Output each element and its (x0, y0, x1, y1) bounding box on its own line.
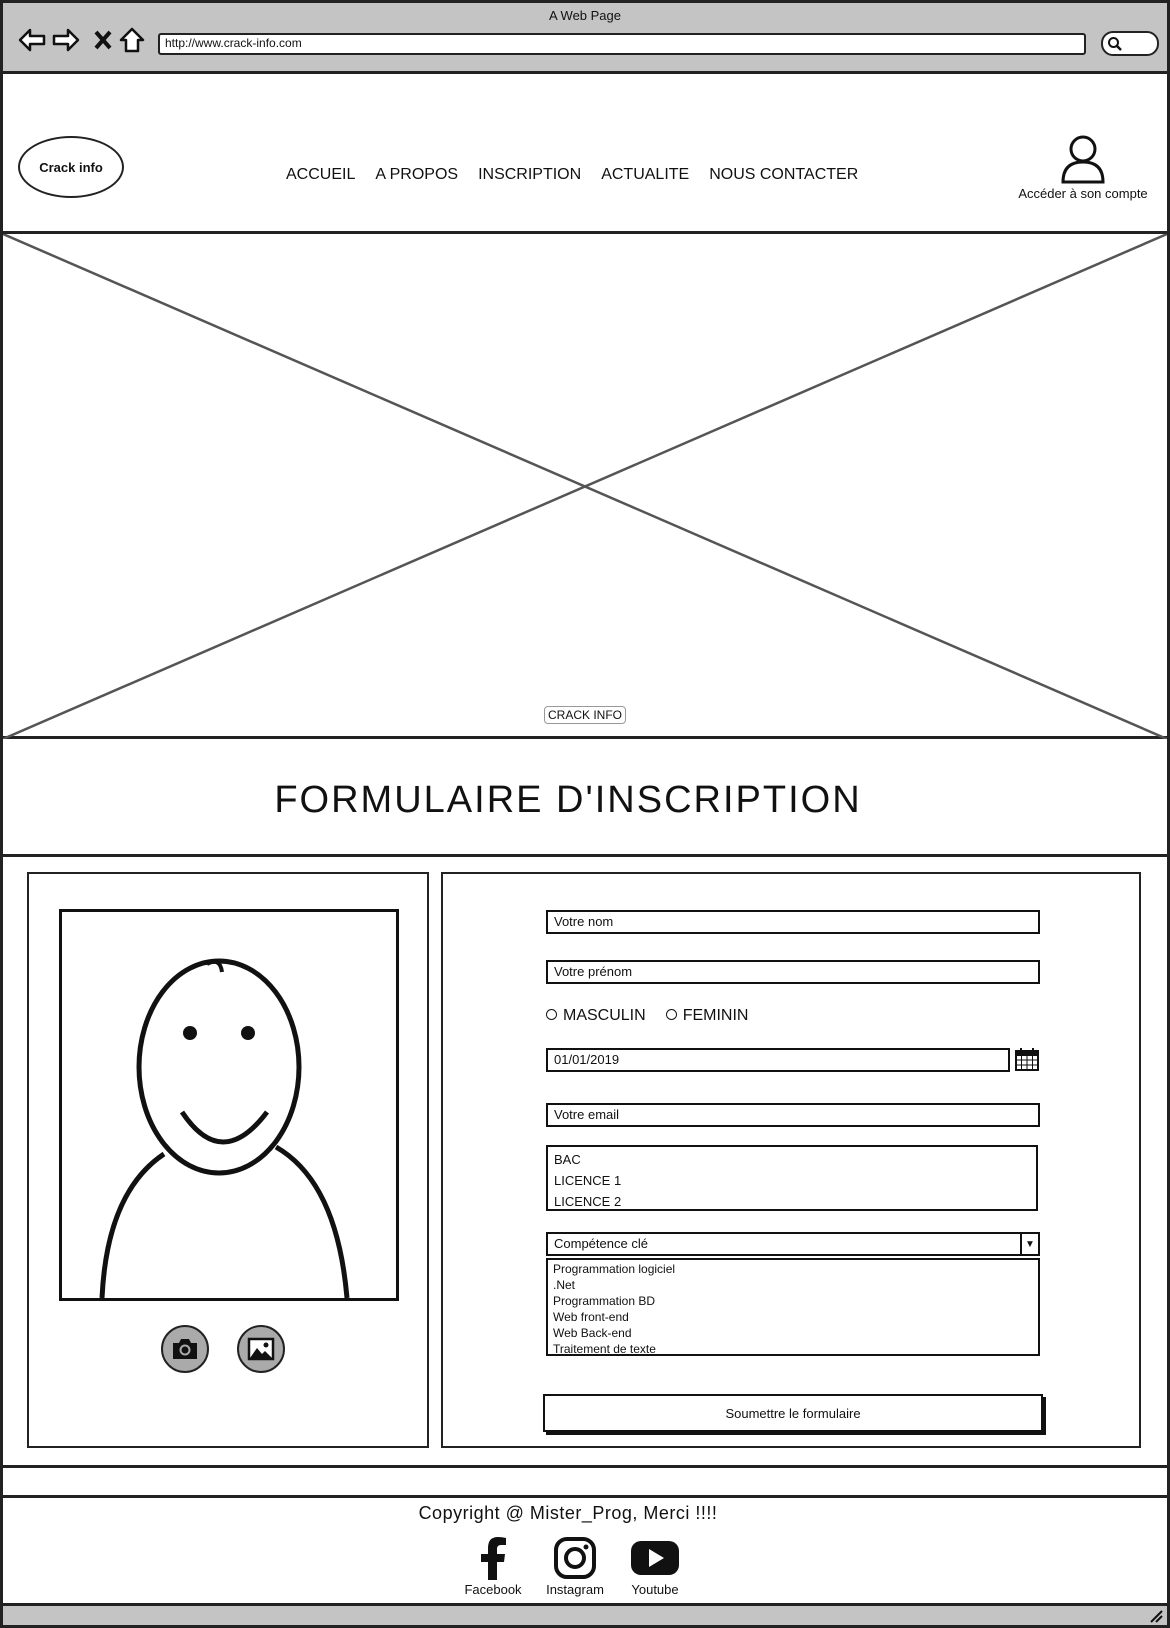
youtube-icon (631, 1541, 679, 1575)
copyright-text: Copyright @ Mister_Prog, Merci !!!! (418, 1503, 718, 1523)
nav-item-actualite[interactable]: ACTUALITE (601, 166, 689, 184)
photo-panel (27, 872, 429, 1448)
image-icon (247, 1337, 275, 1361)
back-icon[interactable] (17, 25, 47, 55)
diploma-option[interactable]: BAC (554, 1149, 1030, 1170)
competence-select[interactable]: Compétence clé ▼ (546, 1232, 1040, 1256)
prenom-field[interactable]: Votre prénom (546, 960, 1040, 984)
close-icon[interactable] (88, 25, 118, 55)
youtube-label: Youtube (631, 1582, 679, 1597)
facebook-label: Facebook (464, 1582, 522, 1597)
registration-form: Votre nom Votre prénom MASCULIN FEMININ … (441, 872, 1141, 1448)
competence-select-label: Compétence clé (554, 1236, 648, 1251)
home-icon[interactable] (117, 25, 147, 55)
youtube-link[interactable]: Youtube (620, 1536, 690, 1597)
title-section: FORMULAIRE D'INSCRIPTION (3, 739, 1167, 857)
competence-options-list: Programmation logiciel .Net Programmatio… (546, 1258, 1040, 1356)
diploma-option[interactable]: LICENCE 1 (554, 1170, 1030, 1191)
page-title: FORMULAIRE D'INSCRIPTION (274, 779, 862, 821)
smiley-avatar-icon (99, 958, 350, 1299)
diploma-option[interactable]: LICENCE 2 (554, 1191, 1030, 1212)
instagram-link[interactable]: Instagram (540, 1536, 610, 1597)
radio-masculin-label: MASCULIN (563, 1007, 646, 1024)
facebook-link[interactable]: Facebook (458, 1536, 528, 1597)
browser-toolbar: A Web Page http://www.crack-info.com (3, 3, 1167, 74)
window-title: A Web Page (548, 8, 622, 23)
site-footer: Copyright @ Mister_Prog, Merci !!!! Face… (3, 1495, 1167, 1600)
site-header: Crack info ACCUEIL A PROPOS INSCRIPTION … (3, 74, 1167, 234)
nav-item-accueil[interactable]: ACCUEIL (286, 166, 355, 184)
browser-window: A Web Page http://www.crack-info.com Cra… (0, 0, 1170, 1628)
resize-grip-icon[interactable] (1149, 1609, 1163, 1623)
email-field[interactable]: Votre email (546, 1103, 1040, 1127)
submit-button[interactable]: Soumettre le formulaire (543, 1394, 1043, 1432)
instagram-label: Instagram (546, 1582, 604, 1597)
nav-item-a-propos[interactable]: A PROPOS (375, 166, 458, 184)
nom-field[interactable]: Votre nom (546, 910, 1040, 934)
camera-icon (173, 1339, 197, 1359)
hero-label: CRACK INFO (544, 706, 627, 724)
main-nav: ACCUEIL A PROPOS INSCRIPTION ACTUALITE N… (286, 166, 858, 184)
divider (3, 1465, 1167, 1468)
radio-feminin-label: FEMININ (682, 1007, 749, 1024)
competence-option[interactable]: .Net (553, 1277, 1033, 1293)
user-icon (1061, 135, 1105, 184)
competence-option[interactable]: Traitement de texte (553, 1341, 1033, 1357)
search-icon (1108, 37, 1122, 51)
hero-image-placeholder: CRACK INFO (3, 234, 1167, 739)
browser-search-box[interactable] (1101, 31, 1159, 56)
take-photo-button[interactable] (161, 1325, 209, 1373)
forward-icon[interactable] (51, 25, 81, 55)
profile-photo-placeholder (59, 909, 399, 1301)
account-link[interactable]: Accéder à son compte (1013, 134, 1153, 201)
account-label: Accéder à son compte (1018, 186, 1148, 201)
site-logo[interactable]: Crack info (18, 136, 124, 198)
diploma-list: BAC LICENCE 1 LICENCE 2 (546, 1145, 1038, 1211)
status-bar (3, 1603, 1167, 1625)
facebook-icon (481, 1537, 506, 1580)
nav-item-nous-contacter[interactable]: NOUS CONTACTER (709, 166, 858, 184)
competence-option[interactable]: Web Back-end (553, 1325, 1033, 1341)
radio-circle (665, 1009, 677, 1020)
competence-option[interactable]: Web front-end (553, 1309, 1033, 1325)
radio-feminin[interactable]: FEMININ (665, 1007, 749, 1025)
calendar-icon[interactable] (1015, 1047, 1039, 1076)
chevron-down-icon[interactable]: ▼ (1020, 1234, 1038, 1254)
instagram-icon (554, 1537, 596, 1579)
radio-masculin[interactable]: MASCULIN (546, 1007, 646, 1025)
upload-image-button[interactable] (237, 1325, 285, 1373)
date-field[interactable]: 01/01/2019 (546, 1048, 1010, 1072)
competence-option[interactable]: Programmation logiciel (553, 1261, 1033, 1277)
competence-option[interactable]: Programmation BD (553, 1293, 1033, 1309)
nav-item-inscription[interactable]: INSCRIPTION (478, 166, 581, 184)
radio-circle (546, 1009, 557, 1020)
address-bar[interactable]: http://www.crack-info.com (158, 33, 1086, 55)
gender-radio-group: MASCULIN FEMININ (546, 1007, 748, 1025)
